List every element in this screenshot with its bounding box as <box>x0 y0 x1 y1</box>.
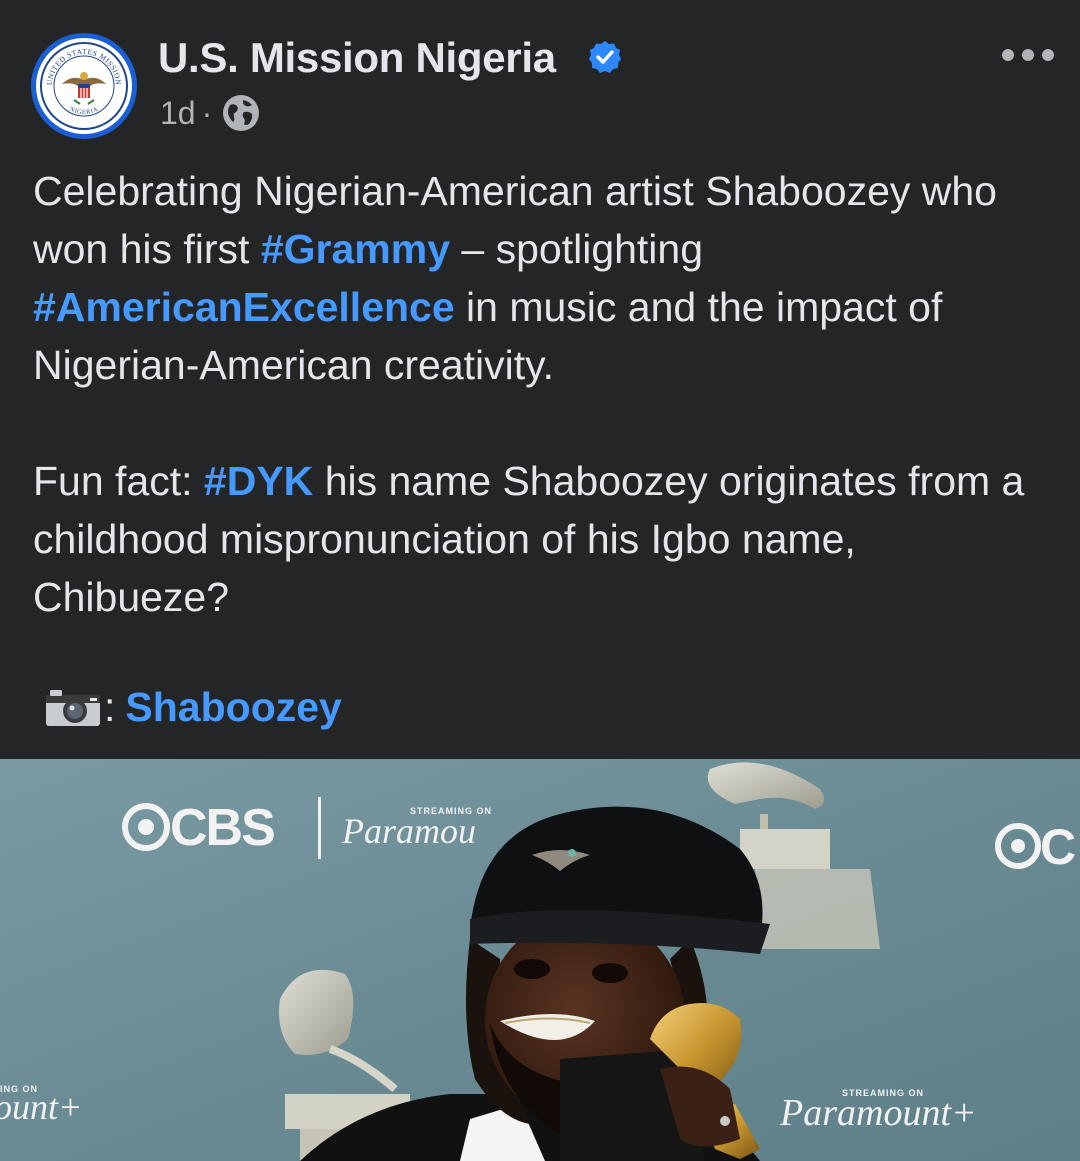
hashtag-grammy[interactable]: #Grammy <box>261 226 450 272</box>
post-meta: 1d · <box>160 94 260 132</box>
cbs-text: CBS <box>170 799 274 857</box>
paramount-text: Paramou <box>341 811 476 851</box>
verified-badge-icon <box>589 41 621 73</box>
post-paragraph-2: Fun fact: #DYK his name Shaboozey origin… <box>33 452 1053 626</box>
post-text-segment: – spotlighting <box>450 226 704 272</box>
hashtag-dyk[interactable]: #DYK <box>204 458 313 504</box>
eagle-seal-icon: UNITED STATES MISSION NIGERIA <box>40 42 128 130</box>
globe-icon[interactable] <box>222 94 260 132</box>
post-card: UNITED STATES MISSION NIGERIA U.S. Missi… <box>0 0 1080 1161</box>
cbs-right-text: C <box>1040 819 1076 875</box>
post-text: Celebrating Nigerian-American artist Sha… <box>33 162 1053 626</box>
hashtag-american-excellence[interactable]: #AmericanExcellence <box>33 284 455 330</box>
camera-icon <box>46 689 100 726</box>
paramount-left-text: ount+ <box>0 1087 82 1127</box>
post-header: UNITED STATES MISSION NIGERIA U.S. Missi… <box>0 0 1080 150</box>
photo-credit: : Shaboozey <box>44 684 342 731</box>
avatar[interactable]: UNITED STATES MISSION NIGERIA <box>31 33 137 139</box>
backdrop-paramount-right: STREAMING ON Paramount+ <box>779 1088 977 1134</box>
post-text-segment: Fun fact: <box>33 458 204 504</box>
seal-logo: UNITED STATES MISSION NIGERIA <box>36 38 132 134</box>
more-options-icon[interactable] <box>1002 44 1054 66</box>
credit-colon: : <box>104 684 116 730</box>
credit-link-shaboozey[interactable]: Shaboozey <box>125 684 341 731</box>
paramount-right-text: Paramount+ <box>779 1092 977 1134</box>
grammy-photo: CBS STREAMING ON Paramou C STREAMING ON … <box>0 759 1080 1161</box>
backdrop-paramount-left: ING ON ount+ <box>0 1084 82 1127</box>
author-name[interactable]: U.S. Mission Nigeria <box>158 34 556 82</box>
post-photo[interactable]: CBS STREAMING ON Paramou C STREAMING ON … <box>0 759 1080 1161</box>
post-paragraph-1: Celebrating Nigerian-American artist Sha… <box>33 162 1053 394</box>
post-time[interactable]: 1d <box>160 95 196 132</box>
meta-separator: · <box>201 94 213 131</box>
